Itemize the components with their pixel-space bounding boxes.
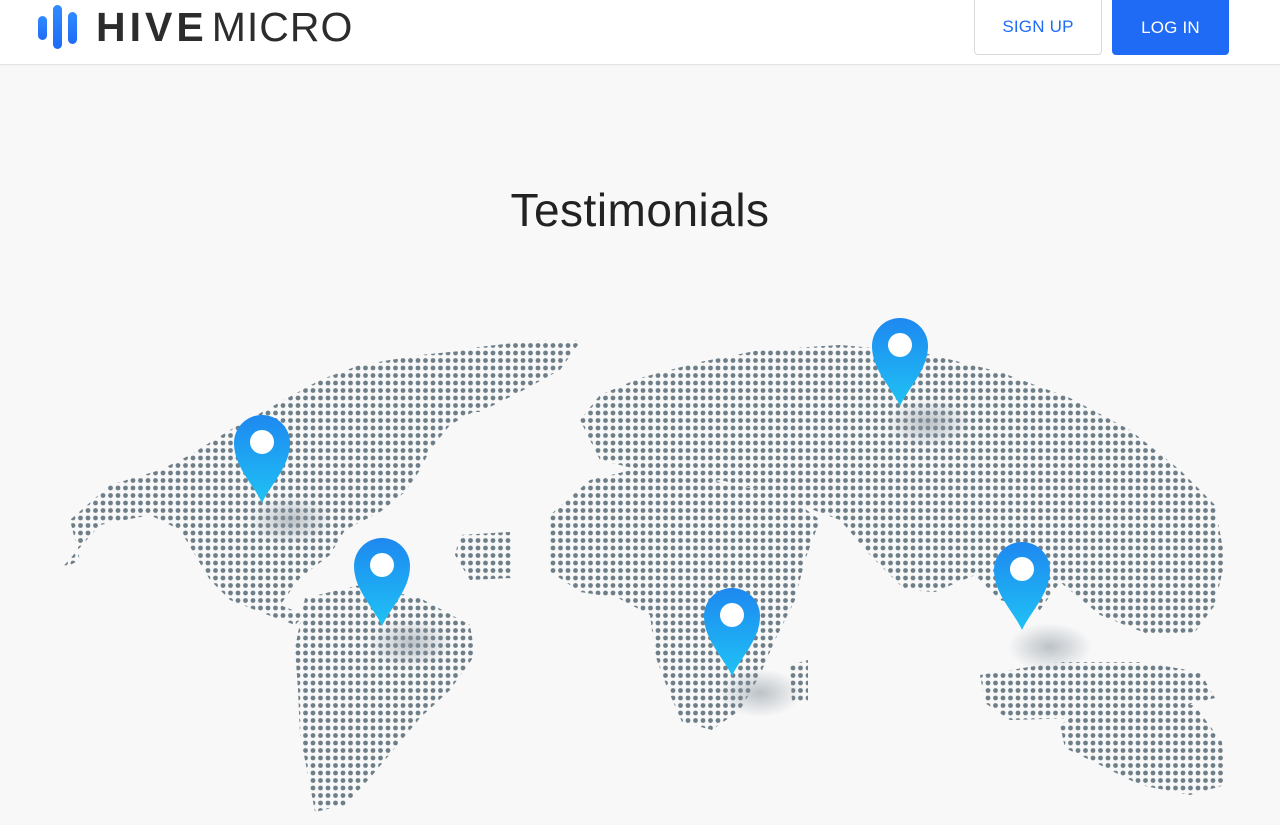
logo-word-hive: HIVE <box>96 4 208 50</box>
hive-micro-logo[interactable]: HIVEMICRO <box>38 4 353 50</box>
log-in-button[interactable]: LOG IN <box>1112 0 1229 55</box>
sign-up-button[interactable]: SIGN UP <box>974 0 1102 55</box>
world-map-illustration <box>30 318 1223 812</box>
section-title: Testimonials <box>510 184 770 236</box>
logo-bars-icon <box>38 4 80 50</box>
logo-word-micro: MICRO <box>211 4 354 50</box>
logo-wordmark: HIVEMICRO <box>96 4 353 50</box>
navbar: HIVEMICRO SIGN UP LOG IN <box>0 0 1280 65</box>
